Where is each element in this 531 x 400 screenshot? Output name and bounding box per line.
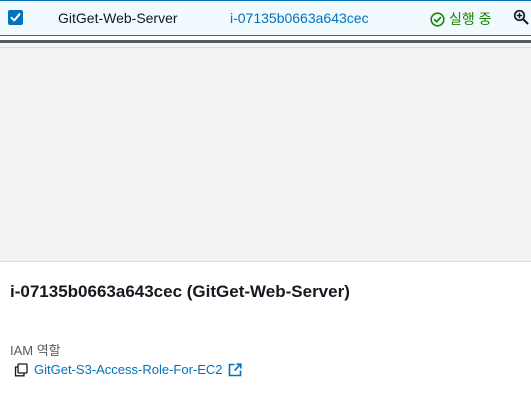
check-circle-icon bbox=[430, 11, 445, 27]
external-link-icon[interactable] bbox=[223, 362, 242, 377]
instance-id-link[interactable]: i-07135b0663a643cec bbox=[230, 10, 369, 26]
copy-icon[interactable] bbox=[14, 362, 34, 377]
instance-console-page: GitGet-Web-Server i-07135b0663a643cec 실행… bbox=[0, 0, 531, 400]
instance-list-empty-area bbox=[0, 48, 531, 262]
instance-state-text: 실행 중 bbox=[449, 11, 492, 27]
row-checkbox[interactable] bbox=[8, 10, 23, 25]
iam-role-link[interactable]: GitGet-S3-Access-Role-For-EC2 bbox=[34, 362, 223, 377]
instance-table-row[interactable]: GitGet-Web-Server i-07135b0663a643cec 실행… bbox=[0, 0, 531, 36]
iam-role-field: GitGet-S3-Access-Role-For-EC2 bbox=[14, 362, 242, 377]
instance-state-badge: 실행 중 bbox=[430, 9, 492, 29]
instance-details-panel: i-07135b0663a643cec (GitGet-Web-Server) … bbox=[0, 262, 531, 400]
zoom-in-icon[interactable] bbox=[513, 9, 529, 28]
details-title: i-07135b0663a643cec (GitGet-Web-Server) bbox=[10, 282, 350, 301]
checkmark-icon bbox=[10, 13, 21, 22]
panel-resize-handle[interactable] bbox=[0, 40, 531, 48]
instance-name-cell: GitGet-Web-Server bbox=[58, 10, 178, 26]
iam-role-label: IAM 역할 bbox=[10, 343, 61, 358]
